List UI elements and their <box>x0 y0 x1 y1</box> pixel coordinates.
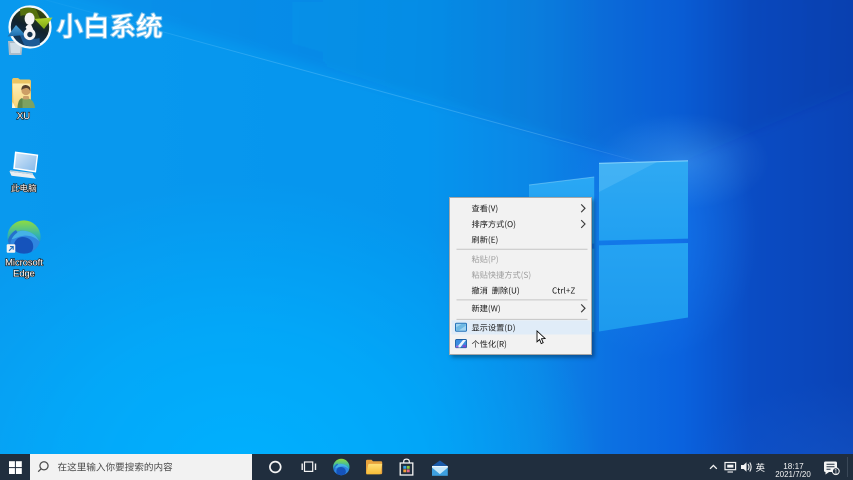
svg-text:XU: XU <box>17 111 30 122</box>
svg-text:Microsoft: Microsoft <box>5 258 43 268</box>
svg-text:2021/7/20: 2021/7/20 <box>775 470 811 479</box>
svg-text:1: 1 <box>834 468 838 475</box>
svg-text:Edge: Edge <box>13 269 35 279</box>
